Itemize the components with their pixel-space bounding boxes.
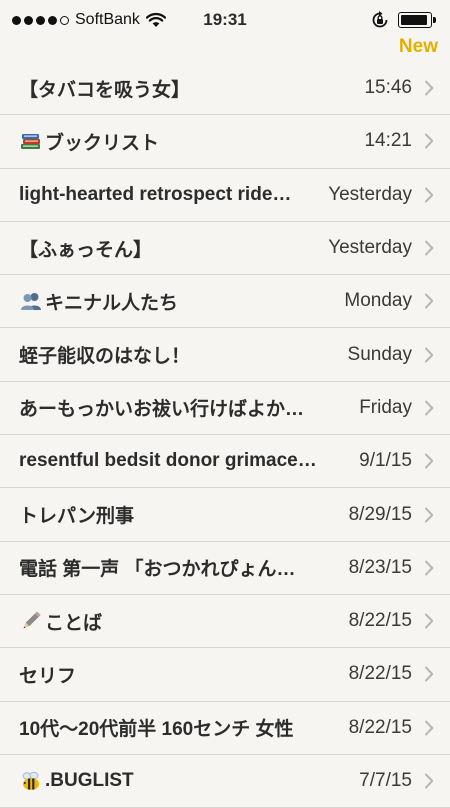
note-date: 14:21: [364, 130, 412, 152]
chevron-right-icon: [425, 293, 434, 309]
note-row[interactable]: 【ふぁっそん】 Yesterday: [0, 222, 450, 276]
note-title: 【ふぁっそん】: [19, 235, 318, 262]
note-date: Yesterday: [328, 237, 412, 259]
note-title: 10代〜20代前半 160センチ 女性: [19, 714, 339, 741]
books-icon: [19, 129, 43, 153]
nav-bar: New: [0, 36, 450, 64]
note-row[interactable]: light-hearted retrospect ride… Yesterday: [0, 169, 450, 222]
note-date: Friday: [359, 396, 412, 418]
note-date: Yesterday: [328, 183, 412, 205]
note-title: light-hearted retrospect ride…: [19, 184, 318, 206]
note-row[interactable]: resentful bedsit donor grimace… 9/1/15: [0, 435, 450, 489]
note-row[interactable]: 【タバコを吸う女】 15:46: [0, 62, 450, 116]
note-row[interactable]: 10代〜20代前半 160センチ 女性 8/22/15: [0, 702, 450, 755]
note-title: .BUGLIST: [19, 769, 349, 793]
note-date: 7/7/15: [359, 770, 412, 791]
note-title-text: light-hearted retrospect ride…: [19, 183, 292, 205]
carrier-name: SoftBank: [75, 11, 140, 28]
chevron-right-icon: [425, 773, 434, 789]
note-title-text: .BUGLIST: [45, 770, 134, 791]
note-title: トレパン刑事: [19, 501, 339, 528]
note-date: 8/23/15: [348, 556, 412, 578]
note-date: 9/1/15: [359, 450, 412, 472]
chevron-right-icon: [425, 666, 434, 682]
note-row[interactable]: トレパン刑事 8/29/15: [0, 488, 450, 542]
chevron-right-icon: [425, 400, 434, 416]
people-icon: [19, 289, 43, 313]
note-date: 8/29/15: [348, 503, 412, 525]
note-date: 8/22/15: [348, 716, 412, 738]
note-title-text: セリフ: [19, 665, 77, 687]
rotation-lock-icon: [372, 11, 388, 28]
note-row[interactable]: セリフ 8/22/15: [0, 648, 450, 702]
note-title-text: 蛭子能収のはなし！: [19, 346, 191, 368]
wifi-icon: [145, 12, 166, 27]
note-title-text: あーもっかいお祓い行けばよか…: [19, 399, 305, 421]
note-date: Sunday: [347, 343, 412, 365]
note-date: 8/22/15: [348, 610, 412, 632]
note-title-text: 10代〜20代前半 160センチ 女性: [19, 719, 294, 741]
note-title-text: ブックリスト: [45, 132, 160, 154]
chevron-right-icon: [425, 80, 434, 96]
note-date: 15:46: [364, 77, 412, 99]
note-row[interactable]: 電話 第一声 「おつかれぴょん… 8/23/15: [0, 542, 450, 595]
note-title-text: resentful bedsit donor grimace…: [19, 450, 317, 472]
note-date: 8/22/15: [348, 663, 412, 685]
chevron-right-icon: [425, 240, 434, 256]
new-note-button[interactable]: New: [399, 36, 438, 58]
note-title: 【タバコを吸う女】: [19, 75, 354, 102]
note-title-text: キニナル人たち: [45, 292, 179, 314]
notes-list: 【タバコを吸う女】 15:46 ブックリスト 14:21 light-heart…: [0, 62, 450, 808]
chevron-right-icon: [425, 613, 434, 629]
chevron-right-icon: [425, 347, 434, 363]
chevron-right-icon: [425, 507, 434, 523]
chevron-right-icon: [425, 720, 434, 736]
note-title-text: ことば: [45, 612, 103, 634]
note-title-text: 【ふぁっそん】: [19, 239, 153, 261]
note-title: ブックリスト: [19, 128, 354, 155]
note-row[interactable]: キニナル人たち Monday: [0, 275, 450, 329]
note-row[interactable]: 蛭子能収のはなし！ Sunday: [0, 328, 450, 382]
note-title: キニナル人たち: [19, 288, 334, 315]
note-row[interactable]: ブックリスト 14:21: [0, 115, 450, 169]
note-title-text: 【タバコを吸う女】: [19, 79, 191, 101]
signal-strength-icon: [12, 15, 69, 25]
note-title: resentful bedsit donor grimace…: [19, 450, 349, 472]
note-row[interactable]: あーもっかいお祓い行けばよか… Friday: [0, 382, 450, 436]
chevron-right-icon: [425, 133, 434, 149]
pencil-icon: [19, 609, 43, 633]
chevron-right-icon: [425, 453, 434, 469]
note-row[interactable]: .BUGLIST 7/7/15: [0, 755, 450, 808]
chevron-right-icon: [425, 187, 434, 203]
note-date: Monday: [344, 290, 412, 312]
note-title-text: トレパン刑事: [19, 506, 134, 528]
note-title: セリフ: [19, 661, 339, 688]
note-title: あーもっかいお祓い行けばよか…: [19, 394, 349, 421]
note-title: 電話 第一声 「おつかれぴょん…: [19, 554, 339, 581]
note-title: ことば: [19, 608, 339, 635]
note-title-text: 電話 第一声 「おつかれぴょん…: [19, 559, 296, 581]
chevron-right-icon: [425, 560, 434, 576]
bee-icon: [19, 769, 43, 793]
note-title: 蛭子能収のはなし！: [19, 341, 338, 368]
note-row[interactable]: ことば 8/22/15: [0, 595, 450, 649]
battery-icon: [398, 11, 438, 29]
